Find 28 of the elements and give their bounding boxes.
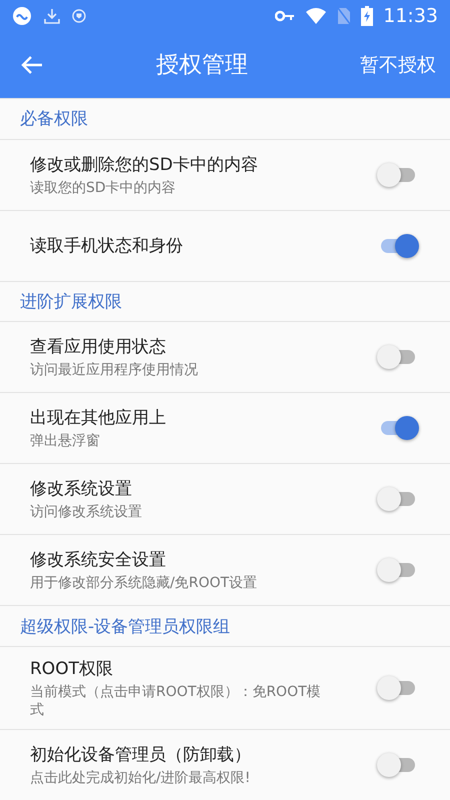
permission-description: 当前模式（点击申请ROOT权限）：免ROOT模式 <box>30 683 322 720</box>
permission-description: 点击此处完成初始化/进阶最高权限! <box>30 769 252 788</box>
status-time: 11:33 <box>383 4 438 27</box>
battery-icon <box>361 6 374 26</box>
shield-icon <box>72 8 86 23</box>
permission-title: 修改系统设置 <box>30 478 133 500</box>
section-title: 进阶扩展权限 <box>20 290 122 313</box>
no-sim-icon <box>337 6 352 25</box>
permission-description: 访问最近应用程序使用情况 <box>30 361 199 380</box>
key-icon <box>275 10 296 22</box>
permission-title: 修改或删除您的SD卡中的内容 <box>30 154 259 176</box>
section-title: 超级权限-设备管理员权限组 <box>20 616 230 638</box>
permission-description: 访问修改系统设置 <box>30 503 143 522</box>
permission-title: 修改系统安全设置 <box>30 549 167 572</box>
permission-title: 初始化设备管理员（防卸载） <box>30 744 252 766</box>
permission-description: 读取您的SD卡中的内容 <box>30 178 177 197</box>
page-title: 授权管理 <box>155 51 249 80</box>
section-title: 必备权限 <box>20 108 88 130</box>
back-button[interactable] <box>20 54 44 75</box>
permission-title: 读取手机状态和身份 <box>30 235 184 258</box>
permission-description: 弹出悬浮窗 <box>30 432 101 450</box>
permission-title: 出现在其他应用上 <box>30 407 167 430</box>
wifi-icon <box>305 6 328 25</box>
permission-title: 查看应用使用状态 <box>30 336 167 358</box>
permission-title: ROOT权限 <box>30 658 114 680</box>
skip-button[interactable]: 暂不授权 <box>360 52 436 78</box>
permission-description: 用于修改部分系统隐藏/免ROOT设置 <box>30 574 258 592</box>
app-icon <box>12 6 32 26</box>
